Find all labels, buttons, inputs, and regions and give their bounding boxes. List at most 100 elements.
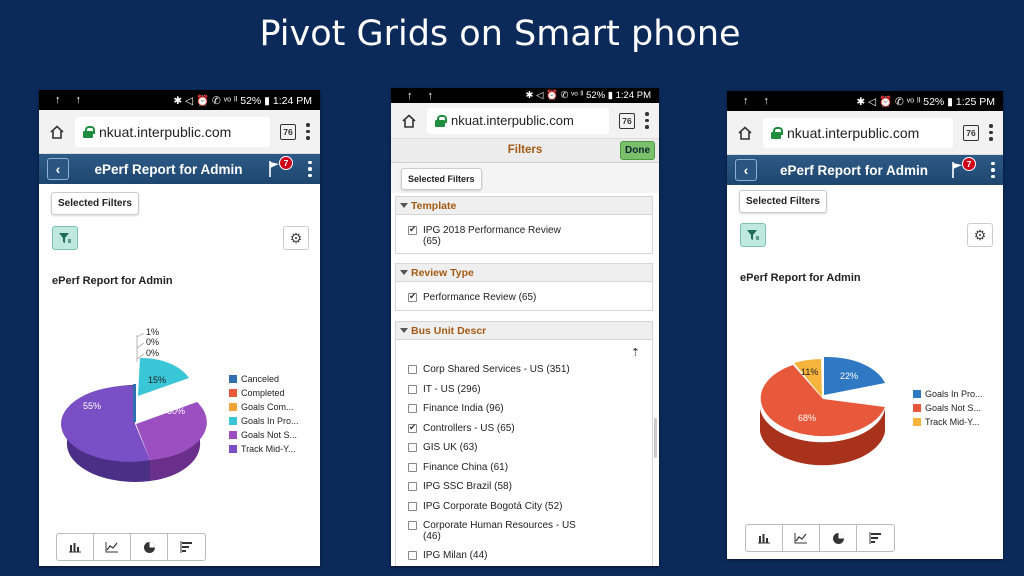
checkbox[interactable] bbox=[408, 551, 417, 560]
status-icons-left: ↑ ↑ bbox=[55, 94, 88, 106]
gear-icon[interactable]: ⚙ bbox=[967, 223, 993, 247]
filter-option[interactable]: IPG Milan (44) bbox=[396, 550, 652, 566]
status-icons-right: ✱ ◁ ⏰ ✆ ᵛᵒ ˡˡ 52% ▮ 1:25 PM bbox=[856, 95, 995, 108]
filters-title: Filters bbox=[507, 144, 543, 156]
scrollbar[interactable] bbox=[654, 418, 657, 458]
checkbox[interactable] bbox=[408, 422, 417, 433]
slice-label-canceled: 1% bbox=[146, 327, 159, 337]
selected-filters-button[interactable]: Selected Filters bbox=[739, 190, 827, 213]
kebab-icon[interactable] bbox=[645, 112, 649, 129]
filter-toggle-button[interactable] bbox=[740, 223, 766, 247]
checkbox[interactable] bbox=[408, 365, 417, 374]
slice-label-goals-com: 0% bbox=[146, 348, 159, 358]
address-bar[interactable]: nkuat.interpublic.com bbox=[427, 107, 609, 134]
filter-option[interactable]: Corp Shared Services - US (351) bbox=[396, 364, 652, 384]
address-bar[interactable]: nkuat.interpublic.com bbox=[763, 117, 953, 148]
done-button[interactable]: Done bbox=[620, 141, 655, 160]
app-title: ePerf Report for Admin bbox=[94, 161, 243, 177]
phone-report-all: ↑ ↑ ✱ ◁ ⏰ ✆ ᵛᵒ ˡˡ 52% ▮ 1:24 PM nkuat.in… bbox=[39, 90, 320, 566]
filter-group-header[interactable]: Bus Unit Descr bbox=[396, 322, 652, 340]
checkbox[interactable] bbox=[408, 501, 417, 511]
checkbox[interactable] bbox=[408, 462, 417, 472]
slice-label-goals-in: 15% bbox=[148, 375, 166, 385]
notifications-button[interactable]: 7 bbox=[951, 157, 977, 181]
app-header: ‹ ePerf Report for Admin 7 bbox=[39, 154, 320, 184]
filter-icon bbox=[747, 230, 759, 240]
tab-switcher-button[interactable]: 76 bbox=[619, 112, 635, 129]
horizontal-bar-icon[interactable] bbox=[857, 525, 894, 551]
phone-filters: ↑ ↑ ✱ ◁ ⏰ ✆ ᵛᵒ ˡˡ 52% ▮ 1:24 PM nkuat.in… bbox=[391, 88, 659, 566]
filter-option[interactable]: IT - US (296) bbox=[396, 384, 652, 404]
status-bar: ↑ ↑ ✱ ◁ ⏰ ✆ ᵛᵒ ˡˡ 52% ▮ 1:24 PM bbox=[39, 90, 320, 110]
status-icons-right: ✱ ◁ ⏰ ✆ ᵛᵒ ˡˡ 52% ▮ 1:24 PM bbox=[173, 94, 312, 107]
pie-chart-icon[interactable] bbox=[131, 534, 168, 560]
pie-chart-icon[interactable] bbox=[820, 525, 857, 551]
sort-icon[interactable]: ⇡ bbox=[631, 346, 640, 359]
slice-label-goals-in: 22% bbox=[840, 371, 858, 381]
checkbox[interactable] bbox=[408, 482, 417, 491]
line-chart-icon[interactable] bbox=[94, 534, 131, 560]
caret-down-icon bbox=[400, 328, 408, 333]
checkbox[interactable] bbox=[408, 384, 417, 394]
tab-switcher-button[interactable]: 76 bbox=[963, 124, 979, 141]
selected-filters-button[interactable]: Selected Filters bbox=[51, 192, 139, 215]
filter-group-header[interactable]: Review Type bbox=[396, 264, 652, 282]
filter-group-bus-unit: Bus Unit Descr ⇡ Corp Shared Services - … bbox=[395, 321, 653, 566]
slide-title: Pivot Grids on Smart phone bbox=[259, 14, 741, 54]
chart-legend: Canceled Completed Goals Com... Goals In… bbox=[229, 372, 299, 456]
legend-item: Goals Not S... bbox=[913, 401, 983, 415]
kebab-icon[interactable] bbox=[306, 123, 310, 140]
gear-icon[interactable]: ⚙ bbox=[283, 226, 309, 250]
back-icon[interactable]: ‹ bbox=[735, 159, 757, 181]
filter-toggle-button[interactable] bbox=[52, 226, 78, 250]
lock-icon bbox=[435, 114, 447, 127]
home-icon[interactable] bbox=[737, 125, 753, 141]
browser-toolbar: nkuat.interpublic.com 76 bbox=[727, 111, 1003, 155]
filter-option[interactable]: IPG 2018 Performance Review (65) bbox=[396, 224, 581, 247]
notifications-button[interactable]: 7 bbox=[268, 156, 294, 180]
status-icons-right: ✱ ◁ ⏰ ✆ ᵛᵒ ˡˡ 52% ▮ 1:24 PM bbox=[525, 90, 651, 101]
home-icon[interactable] bbox=[401, 113, 417, 129]
notification-badge: 7 bbox=[279, 156, 293, 170]
filter-option[interactable]: IPG Corporate Bogotá City (52) bbox=[396, 501, 652, 521]
report-title: ePerf Report for Admin bbox=[52, 275, 173, 287]
filter-group-header[interactable]: Template bbox=[396, 197, 652, 215]
url-text: nkuat.interpublic.com bbox=[451, 113, 574, 128]
filter-icon bbox=[59, 233, 71, 243]
filter-option[interactable]: IPG SSC Brazil (58) bbox=[396, 481, 652, 501]
tab-switcher-button[interactable]: 76 bbox=[280, 123, 296, 140]
filter-option[interactable]: Controllers - US (65) bbox=[396, 422, 652, 443]
clock: 1:25 PM bbox=[955, 95, 995, 108]
checkbox[interactable] bbox=[408, 291, 417, 302]
address-bar[interactable]: nkuat.interpublic.com bbox=[75, 116, 270, 147]
filter-option[interactable]: Corporate Human Resources - US (46) bbox=[396, 520, 576, 550]
checkbox[interactable] bbox=[408, 521, 417, 530]
horizontal-bar-icon[interactable] bbox=[168, 534, 205, 560]
home-icon[interactable] bbox=[49, 124, 65, 140]
filter-option[interactable]: Finance India (96) bbox=[396, 403, 652, 423]
back-icon[interactable]: ‹ bbox=[47, 158, 69, 180]
status-bar: ↑ ↑ ✱ ◁ ⏰ ✆ ᵛᵒ ˡˡ 52% ▮ 1:25 PM bbox=[727, 91, 1003, 111]
legend-item: Track Mid-Y... bbox=[229, 442, 299, 456]
slice-label-track: 11% bbox=[801, 367, 818, 377]
line-chart-icon[interactable] bbox=[783, 525, 820, 551]
kebab-icon[interactable] bbox=[991, 161, 995, 179]
checkbox[interactable] bbox=[408, 404, 417, 413]
kebab-icon[interactable] bbox=[308, 160, 312, 178]
bar-chart-icon[interactable] bbox=[57, 534, 94, 560]
checkbox[interactable] bbox=[408, 443, 417, 452]
chart-type-tabs bbox=[56, 533, 206, 561]
app-header: ‹ ePerf Report for Admin 7 bbox=[727, 155, 1003, 185]
filter-option[interactable]: Performance Review (65) bbox=[396, 291, 652, 303]
status-icons-left: ↑ ↑ bbox=[407, 89, 440, 102]
filter-option[interactable]: GIS UK (63) bbox=[396, 442, 652, 462]
filter-option[interactable]: Finance China (61) bbox=[396, 462, 652, 482]
checkbox[interactable] bbox=[408, 224, 417, 235]
bar-chart-icon[interactable] bbox=[746, 525, 783, 551]
filter-options-list: Corp Shared Services - US (351) IT - US … bbox=[396, 364, 652, 566]
kebab-icon[interactable] bbox=[989, 124, 993, 141]
clock: 1:24 PM bbox=[272, 94, 312, 107]
battery-level: 52% bbox=[923, 95, 945, 108]
selected-filters-button[interactable]: Selected Filters bbox=[401, 168, 482, 190]
app-title: ePerf Report for Admin bbox=[779, 162, 928, 178]
